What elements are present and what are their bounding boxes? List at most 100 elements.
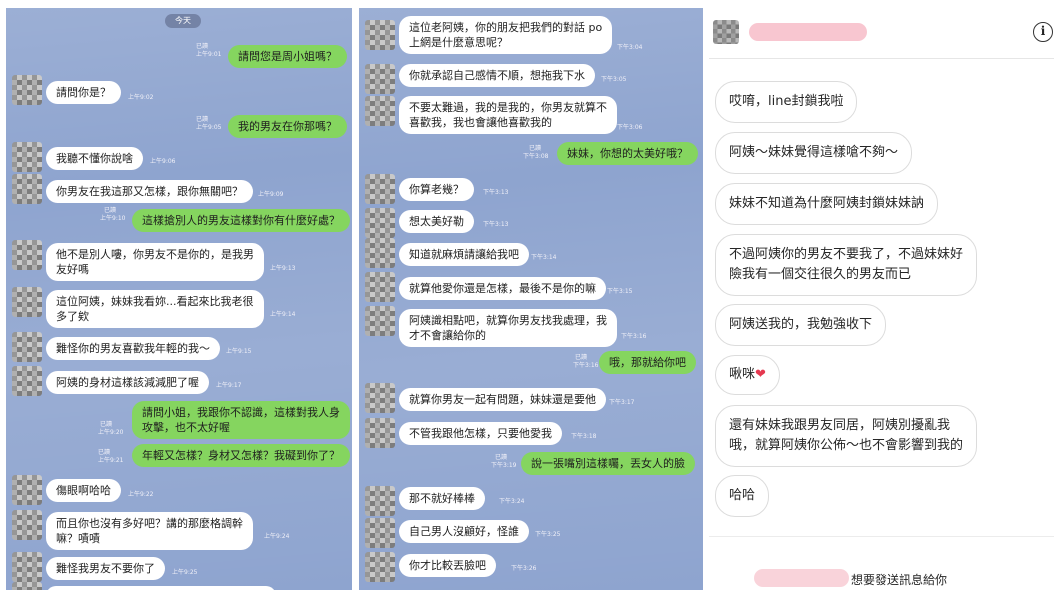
received-message-bubble[interactable]: 你男友在我這那又怎樣，跟你無關吧？ xyxy=(46,180,253,203)
contact-avatar[interactable] xyxy=(12,552,42,582)
received-message-bubble[interactable]: 難怪你的男友喜歡我年輕的我～ xyxy=(46,337,220,360)
contact-avatar[interactable] xyxy=(365,64,395,94)
message-time: 下午3:04 xyxy=(617,44,643,51)
date-badge: 今天 xyxy=(165,14,201,28)
read-receipt: 已讀 xyxy=(495,454,508,461)
received-message-bubble[interactable]: 那不就好棒棒 xyxy=(399,487,485,510)
message-time: 上午9:22 xyxy=(128,491,154,498)
dm-message-bubble[interactable]: 啾咪 ❤ xyxy=(715,355,780,395)
received-message-bubble[interactable]: 不管我跟他怎樣，只要他愛我 xyxy=(399,422,562,445)
dm-message-bubble[interactable]: 哎唷，line封鎖我啦 xyxy=(715,81,858,123)
dm-message-bubble[interactable]: 阿姨送我的，我勉強收下 xyxy=(715,304,887,346)
read-receipt: 已讀 xyxy=(575,354,588,361)
contact-avatar[interactable] xyxy=(365,208,395,238)
received-message-bubble[interactable]: 難怪我男友不要你了 xyxy=(46,557,165,580)
contact-avatar[interactable] xyxy=(12,582,42,590)
message-time: 上午9:10 xyxy=(100,215,126,222)
contact-avatar[interactable] xyxy=(365,96,395,126)
sent-message-bubble[interactable]: 這樣搶別人的男友這樣對你有什麼好處？ xyxy=(132,209,350,232)
received-message-bubble[interactable]: 而且你也沒有多好吧？講的那麼格調幹 嘛？嘖嘖 xyxy=(46,512,253,550)
message-line: 險我有一個交往很久的男友而已 xyxy=(729,267,912,282)
contact-avatar[interactable] xyxy=(365,518,395,548)
received-message-bubble[interactable]: 知道就麻煩請讓給我吧 xyxy=(399,243,529,266)
dm-message-bubble[interactable]: 阿姨～妹妹覺得這樣嗆不夠～ xyxy=(715,132,913,174)
contact-avatar[interactable] xyxy=(365,272,395,302)
received-message-bubble[interactable]: 我聽不懂你說啥 xyxy=(46,147,143,170)
contact-avatar[interactable] xyxy=(12,332,42,362)
message-line: 請問小姐，我跟你不認識，這樣對我人身 xyxy=(142,406,340,419)
received-message-bubble[interactable]: 自己男人沒顧好，怪誰 xyxy=(399,520,529,543)
message-time: 下午3:16 xyxy=(621,333,647,340)
heart-emoji-icon: ❤ xyxy=(755,367,766,382)
line-chat-panel-morning[interactable]: 今天 已讀 上午9:01 請問您是周小姐嗎？ 請問你是？ 上午9:02 已讀 上… xyxy=(6,8,352,590)
received-message-bubble[interactable]: 就算他愛你還是怎樣，最後不是你的嘛 xyxy=(399,277,606,300)
received-message-bubble[interactable]: 請問你是？ xyxy=(46,81,121,104)
message-time: 下午3:17 xyxy=(609,399,635,406)
received-message-bubble[interactable]: 想太美好勒 xyxy=(399,210,474,233)
contact-avatar[interactable] xyxy=(12,475,42,505)
dm-message-bubble[interactable]: 不過阿姨你的男友不要我了，不過妹妹好 險我有一個交往很久的男友而已 xyxy=(715,234,978,296)
message-time: 下午3:13 xyxy=(483,221,509,228)
message-time: 上午9:06 xyxy=(150,158,176,165)
contact-avatar[interactable] xyxy=(365,306,395,336)
received-message-bubble[interactable]: 就算你男友一起有問題，妹妹還是要他 xyxy=(399,388,606,411)
received-message-bubble[interactable]: 你就承認自己感情不順，想拖我下水 xyxy=(399,64,595,87)
received-message-bubble[interactable]: 你才比較丟臉吧 xyxy=(399,554,496,577)
contact-avatar[interactable] xyxy=(12,240,42,270)
contact-avatar[interactable] xyxy=(12,174,42,204)
contact-avatar[interactable] xyxy=(12,75,42,105)
sent-message-bubble[interactable]: 說一張嘴別這樣囑，丟女人的臉 xyxy=(521,452,695,475)
line-chat-panel-afternoon[interactable]: 這位老阿姨，你的朋友把我們的對話 po 上網是什麼意思呢？ 下午3:04 你就承… xyxy=(359,8,703,590)
message-time: 下午3:19 xyxy=(491,462,517,469)
screenshot-collage: 今天 已讀 上午9:01 請問您是周小姐嗎？ 請問你是？ 上午9:02 已讀 上… xyxy=(0,0,1060,596)
sent-message-bubble[interactable]: 我的男友在你那嗎？ xyxy=(228,115,347,138)
message-line: 上網是什麼意思呢？ xyxy=(409,36,508,49)
read-receipt: 已讀 xyxy=(529,145,542,152)
received-message-bubble[interactable]: 阿姨識相點吧，就算你男友找我處理，我 才不會讓給你的 xyxy=(399,309,617,347)
profile-avatar[interactable] xyxy=(713,20,739,44)
message-line: 這位老阿姨，你的朋友把我們的對話 po xyxy=(409,21,603,34)
message-time: 下午3:05 xyxy=(601,76,627,83)
message-time: 上午9:20 xyxy=(98,429,124,436)
contact-avatar[interactable] xyxy=(12,510,42,540)
received-message-bubble[interactable]: 這位阿姨，妹妹我看妳...看起來比我老很 多了欸 xyxy=(46,290,264,328)
contact-avatar[interactable] xyxy=(365,20,395,50)
dm-message-bubble[interactable]: 還有妹妹我跟男友同居，阿姨別擾亂我 哦，就算阿姨你公佈～也不會影響到我的 xyxy=(715,405,978,467)
contact-avatar[interactable] xyxy=(12,142,42,172)
instagram-dm-panel[interactable]: i 哎唷，line封鎖我啦 阿姨～妹妹覺得這樣嗆不夠～ 妹妹不知道為什麼阿姨封鎖… xyxy=(709,8,1054,590)
message-line: 這位阿姨，妹妹我看妳...看起來比我老很 xyxy=(56,295,254,308)
read-receipt: 已讀 xyxy=(98,449,111,456)
dm-message-bubble[interactable]: 妹妹不知道為什麼阿姨封鎖妹妹訥 xyxy=(715,183,939,225)
message-line: 不要太難過，我的是我的，你男友就算不 xyxy=(409,101,607,114)
contact-avatar[interactable] xyxy=(12,366,42,396)
contact-avatar[interactable] xyxy=(365,418,395,448)
contact-avatar[interactable] xyxy=(365,383,395,413)
dm-message-bubble[interactable]: 哈哈 xyxy=(715,475,770,517)
sent-message-bubble[interactable]: 妹妹，你想的太美好哦？ xyxy=(557,142,698,165)
message-line: 他不是別人嘍，你男友不是你的，是我男 xyxy=(56,248,254,261)
message-time: 下午3:25 xyxy=(535,531,561,538)
contact-avatar[interactable] xyxy=(365,486,395,516)
contact-avatar[interactable] xyxy=(365,238,395,268)
message-text: 啾咪 xyxy=(729,367,756,382)
contact-avatar[interactable] xyxy=(365,174,395,204)
info-icon[interactable]: i xyxy=(1033,22,1053,42)
received-message-bubble[interactable]: 這位老阿姨，你的朋友把我們的對話 po 上網是什麼意思呢？ xyxy=(399,16,613,54)
sent-message-bubble[interactable]: 請問您是周小姐嗎？ xyxy=(228,45,347,68)
message-request-text: 想要發送訊息給你 xyxy=(851,573,948,587)
message-time: 上午9:09 xyxy=(258,191,284,198)
received-message-bubble[interactable]: 你算老幾？ xyxy=(399,178,474,201)
received-message-bubble[interactable]: 他不是別人嘍，你男友不是你的，是我男 友好嗎 xyxy=(46,243,264,281)
message-time: 上午9:05 xyxy=(196,124,222,131)
contact-avatar[interactable] xyxy=(365,552,395,582)
received-message-bubble[interactable]: 不要太難過，我的是我的，你男友就算不 喜歡我，我也會讓他喜歡我的 xyxy=(399,96,617,134)
sent-message-bubble[interactable]: 請問小姐，我跟你不認識，這樣對我人身 攻擊，也不太好喔 xyxy=(132,401,350,439)
message-line: 喜歡我，我也會讓他喜歡我的 xyxy=(409,116,552,129)
contact-avatar[interactable] xyxy=(12,287,42,317)
received-message-bubble[interactable]: 傷眼啊哈哈 xyxy=(46,479,121,502)
received-message-bubble-partial[interactable] xyxy=(46,586,276,590)
message-time: 下午3:15 xyxy=(607,288,633,295)
sent-message-bubble[interactable]: 哦，那就給你吧 xyxy=(599,351,696,374)
received-message-bubble[interactable]: 阿姨的身材這樣該減減肥了喔 xyxy=(46,371,209,394)
sent-message-bubble[interactable]: 年輕又怎樣？身材又怎樣？我礙到你了？ xyxy=(132,444,350,467)
